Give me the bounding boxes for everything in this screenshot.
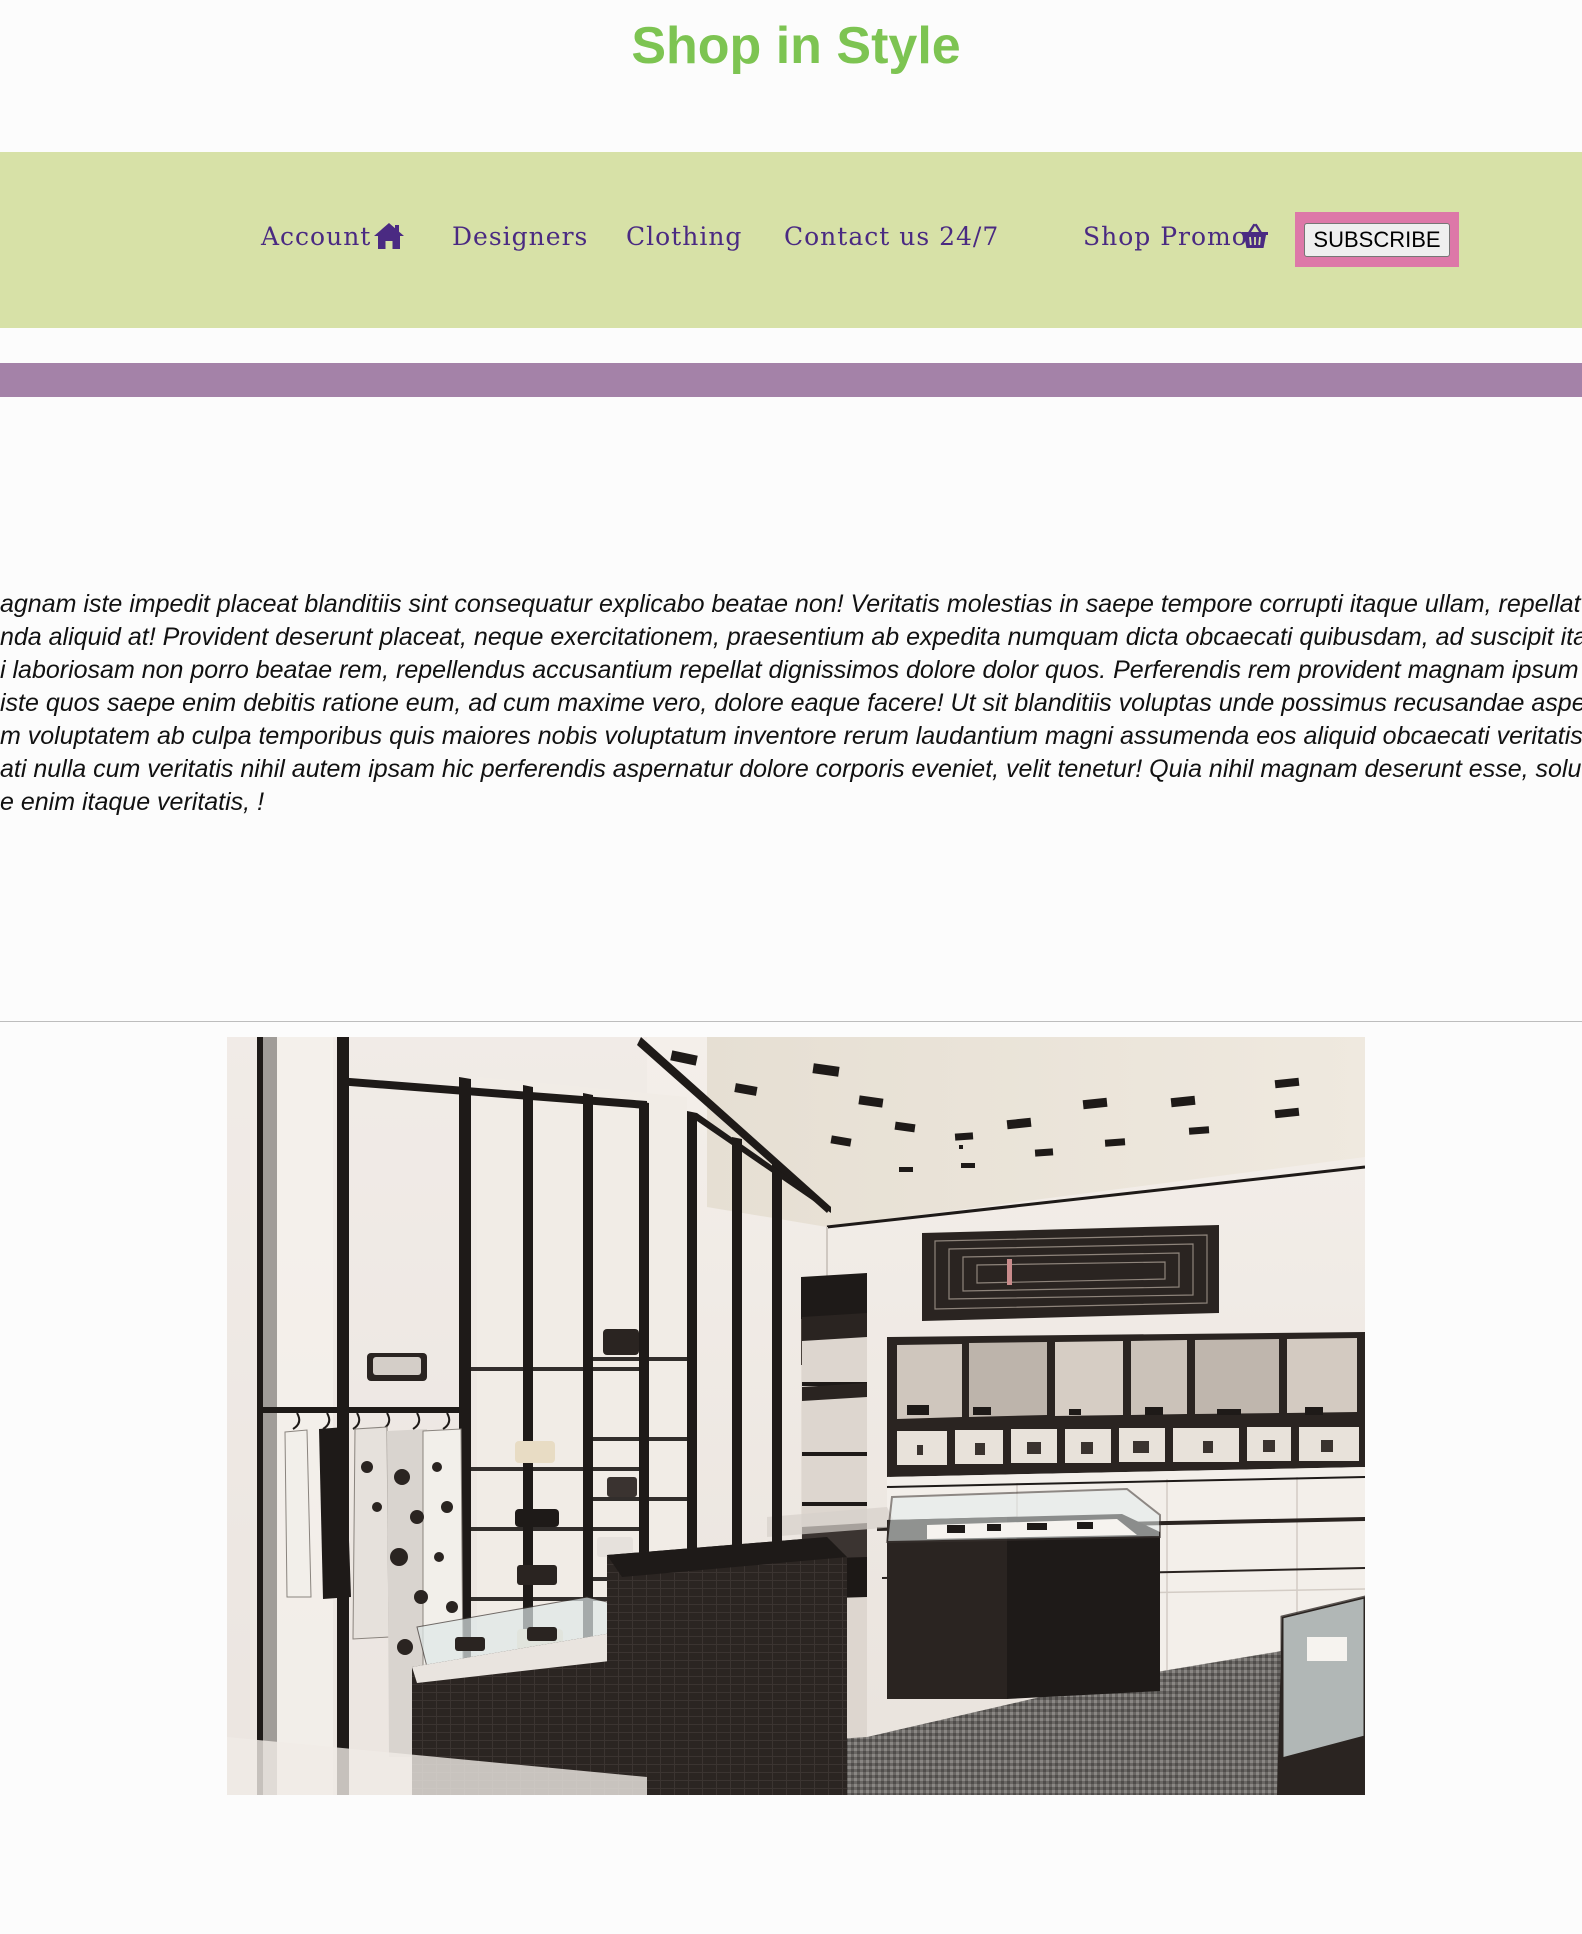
- intro-text: agnam iste impedit placeat blanditiis si…: [0, 588, 1582, 818]
- section-divider: [0, 1021, 1582, 1022]
- accent-bar: [0, 363, 1582, 397]
- intro-line: i laboriosam non porro beatae rem, repel…: [0, 656, 1582, 684]
- intro-line: agnam iste impedit placeat blanditiis si…: [0, 590, 1582, 618]
- nav-designers-link[interactable]: Designers: [452, 222, 588, 251]
- nav-contact-link[interactable]: Contact us 24/7: [784, 222, 999, 251]
- subscribe-button[interactable]: SUBSCRIBE: [1304, 223, 1450, 257]
- subscribe-frame: SUBSCRIBE: [1295, 212, 1459, 267]
- shopping-basket-icon[interactable]: [1241, 222, 1269, 255]
- intro-line: e enim itaque veritatis, !: [0, 788, 265, 816]
- nav-shop-promo-link[interactable]: Shop Promo: [1083, 222, 1248, 251]
- intro-line: iste quos saepe enim debitis ratione eum…: [0, 689, 1582, 717]
- intro-line: nda aliquid at! Provident deserunt place…: [0, 623, 1582, 651]
- nav-clothing-link[interactable]: Clothing: [626, 222, 742, 251]
- home-icon[interactable]: [373, 222, 405, 255]
- store-interior-image: [227, 1037, 1365, 1795]
- intro-line: m voluptatem ab culpa temporibus quis ma…: [0, 722, 1582, 750]
- nav-account-link[interactable]: Account: [261, 222, 371, 251]
- intro-line: ati nulla cum veritatis nihil autem ipsa…: [0, 755, 1582, 783]
- site-title: Shop in Style: [631, 17, 961, 75]
